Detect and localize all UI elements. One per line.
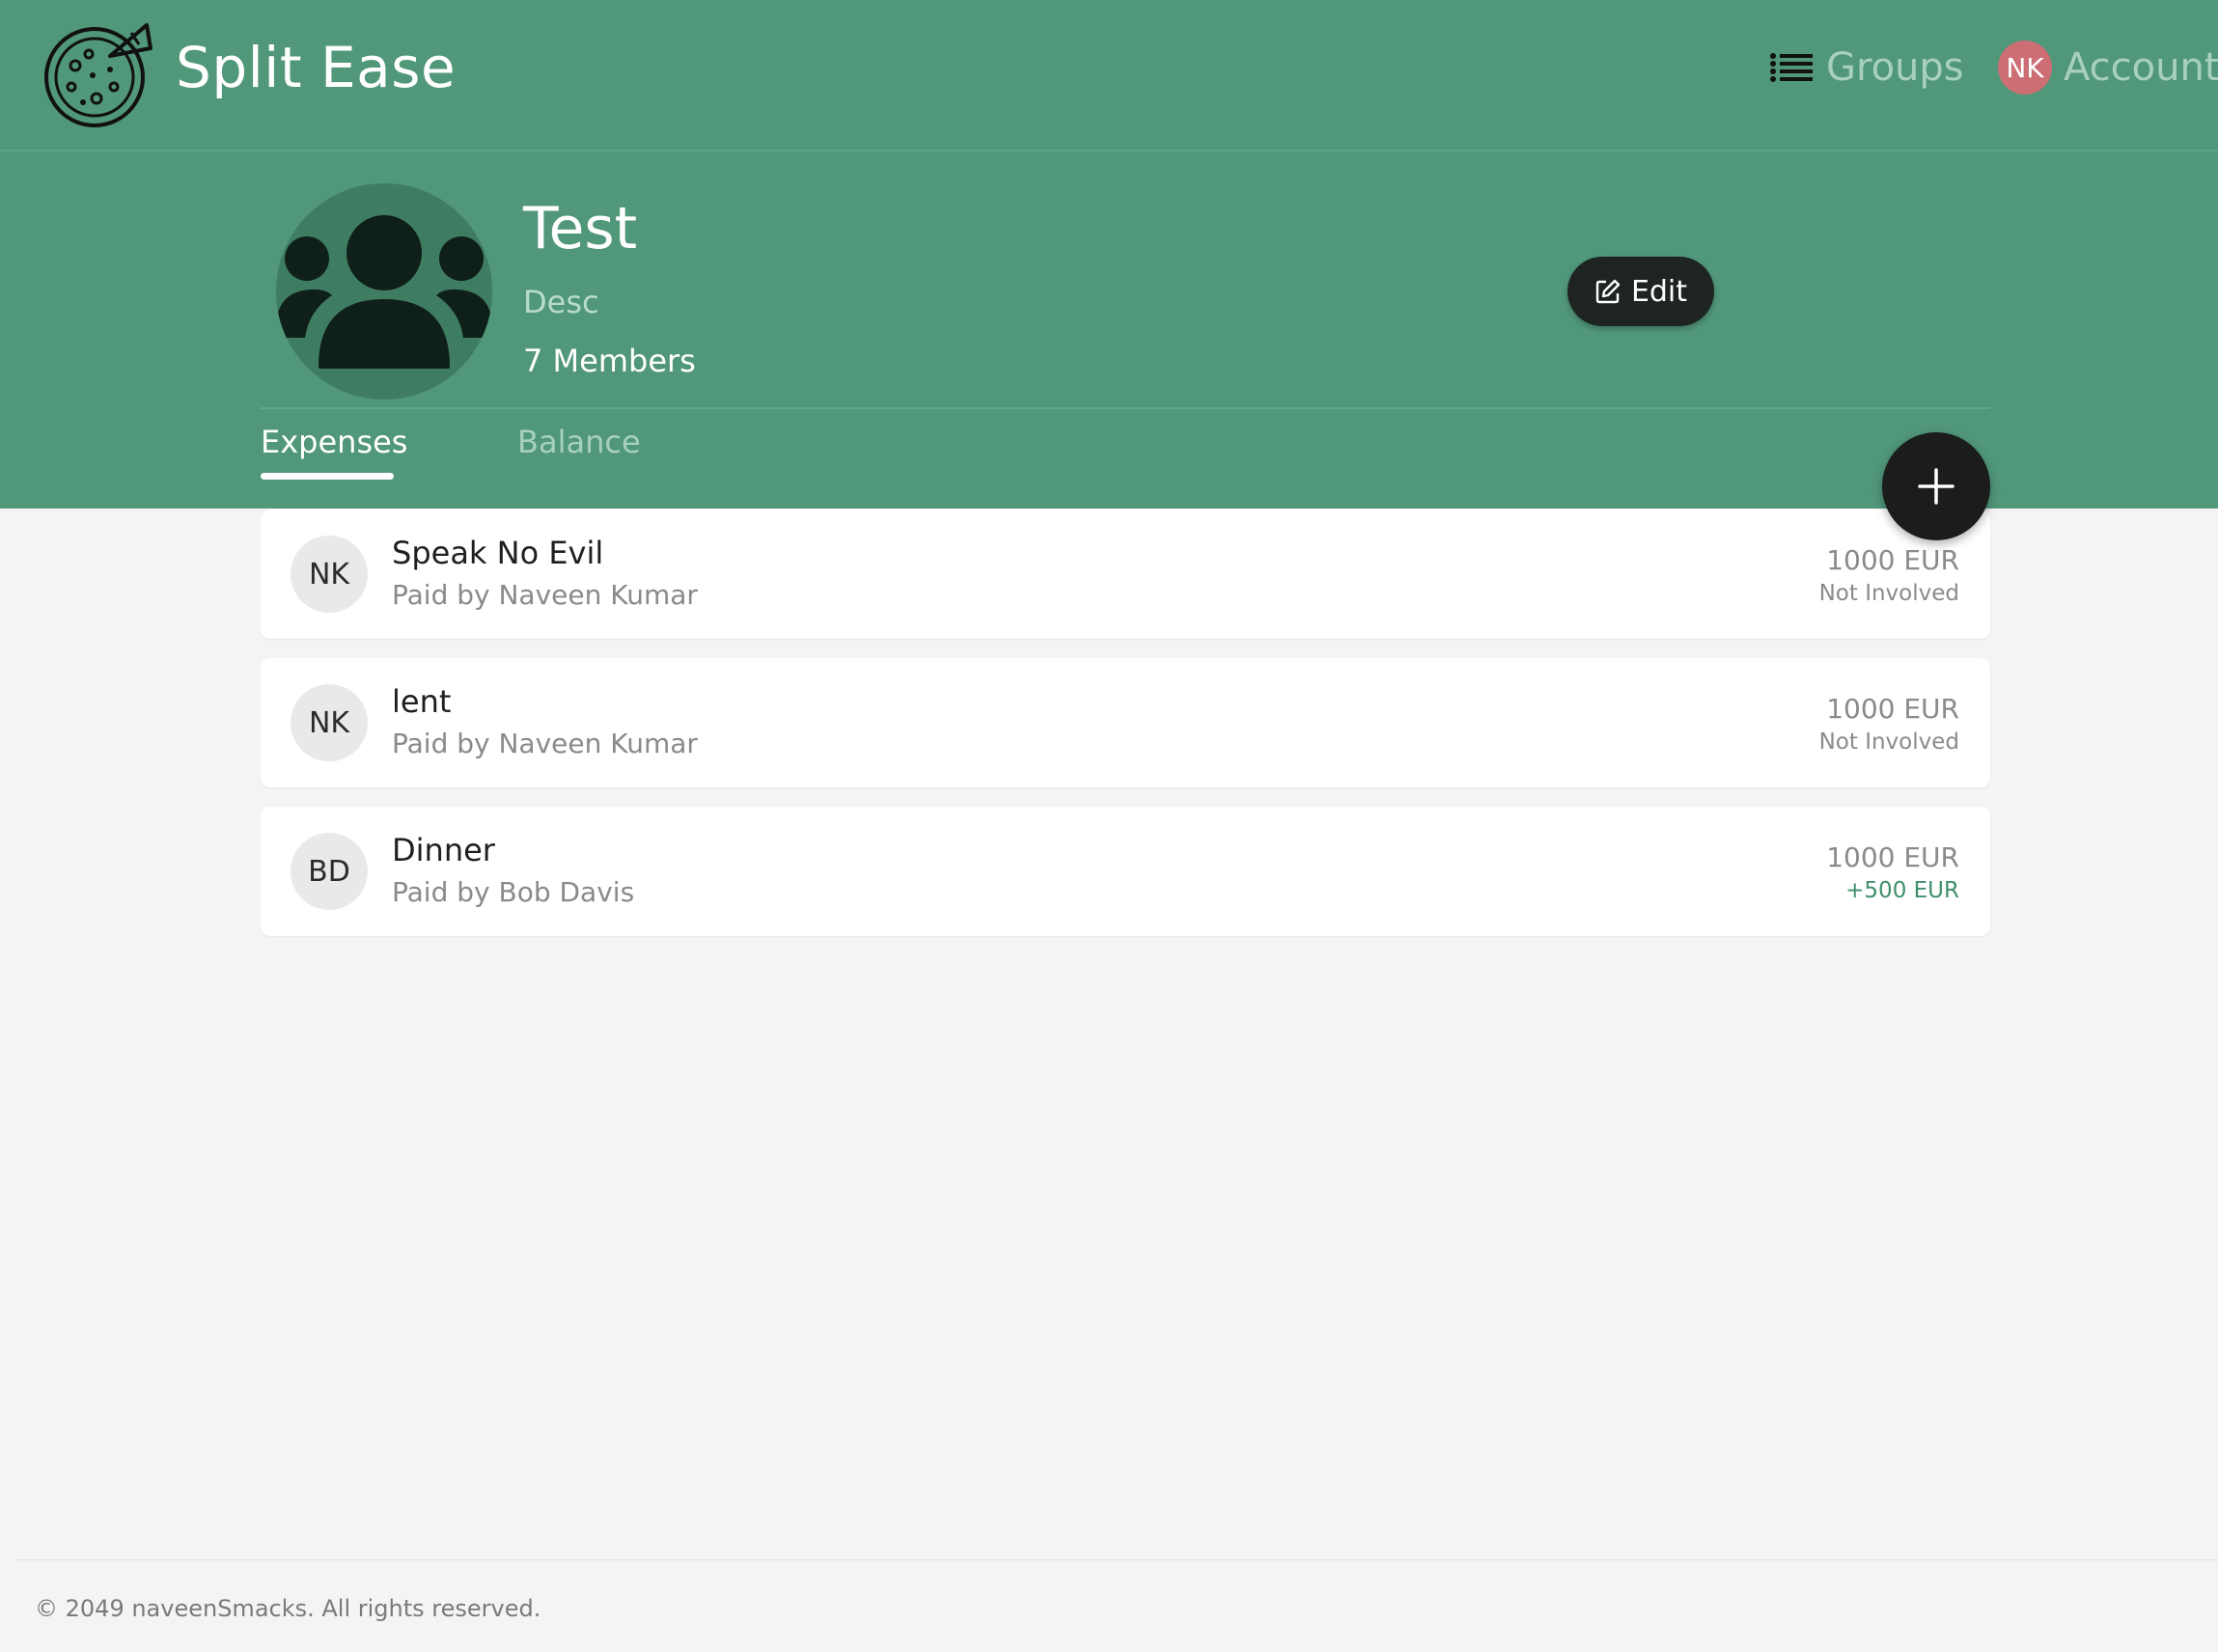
account-avatar: NK <box>1998 41 2052 95</box>
expense-item[interactable]: NK lent Paid by Naveen Kumar 1000 EUR No… <box>261 658 1990 787</box>
expense-item[interactable]: BD Dinner Paid by Bob Davis 1000 EUR +50… <box>261 807 1990 936</box>
expense-payer: Paid by Naveen Kumar <box>392 579 698 611</box>
group-members-count: 7 Members <box>523 343 696 379</box>
expense-title: Speak No Evil <box>392 535 604 571</box>
group-avatar <box>276 183 492 399</box>
expense-share-status: Not Involved <box>1818 730 1959 755</box>
expense-title: lent <box>392 683 452 720</box>
group-description: Desc <box>523 284 599 320</box>
expense-list: NK Speak No Evil Paid by Naveen Kumar 10… <box>261 509 1990 955</box>
tab-balance[interactable]: Balance <box>517 424 641 460</box>
footer-divider <box>15 1559 2218 1560</box>
expense-payer: Paid by Naveen Kumar <box>392 728 698 759</box>
nav-groups-label: Groups <box>1826 45 1964 90</box>
header-divider <box>261 407 1990 409</box>
expense-amount: 1000 EUR <box>1826 693 1959 725</box>
edit-group-label: Edit <box>1630 274 1688 309</box>
expense-share-status: Not Involved <box>1818 581 1959 606</box>
group-header: Test Desc 7 Members Edit Expenses Balanc… <box>0 151 2218 509</box>
pizza-icon[interactable] <box>42 19 152 129</box>
footer-copyright: © 2049 naveenSmacks. All rights reserved… <box>35 1595 541 1622</box>
expense-share-status: +500 EUR <box>1845 878 1959 903</box>
edit-group-button[interactable]: Edit <box>1567 257 1714 326</box>
payer-avatar: NK <box>291 684 368 761</box>
list-icon <box>1770 53 1813 82</box>
expense-title: Dinner <box>392 832 495 868</box>
payer-avatar: BD <box>291 833 368 910</box>
expense-amount: 1000 EUR <box>1826 841 1959 873</box>
add-expense-button[interactable] <box>1882 432 1990 540</box>
nav-account-label: Account <box>2064 45 2218 90</box>
expense-item[interactable]: NK Speak No Evil Paid by Naveen Kumar 10… <box>261 509 1990 639</box>
nav-account-link[interactable]: NK Account <box>1998 39 2218 96</box>
group-name: Test <box>523 195 638 262</box>
tab-expenses[interactable]: Expenses <box>261 424 407 460</box>
top-navbar: Split Ease Groups NK Account <box>0 0 2218 151</box>
nav-groups-link[interactable]: Groups <box>1770 39 1964 96</box>
edit-icon <box>1595 279 1621 304</box>
active-tab-indicator <box>261 473 394 480</box>
app-title[interactable]: Split Ease <box>176 35 456 100</box>
group-people-icon <box>276 215 492 369</box>
expense-payer: Paid by Bob Davis <box>392 876 635 908</box>
expense-amount: 1000 EUR <box>1826 544 1959 576</box>
payer-avatar: NK <box>291 536 368 613</box>
plus-icon <box>1918 468 1955 505</box>
